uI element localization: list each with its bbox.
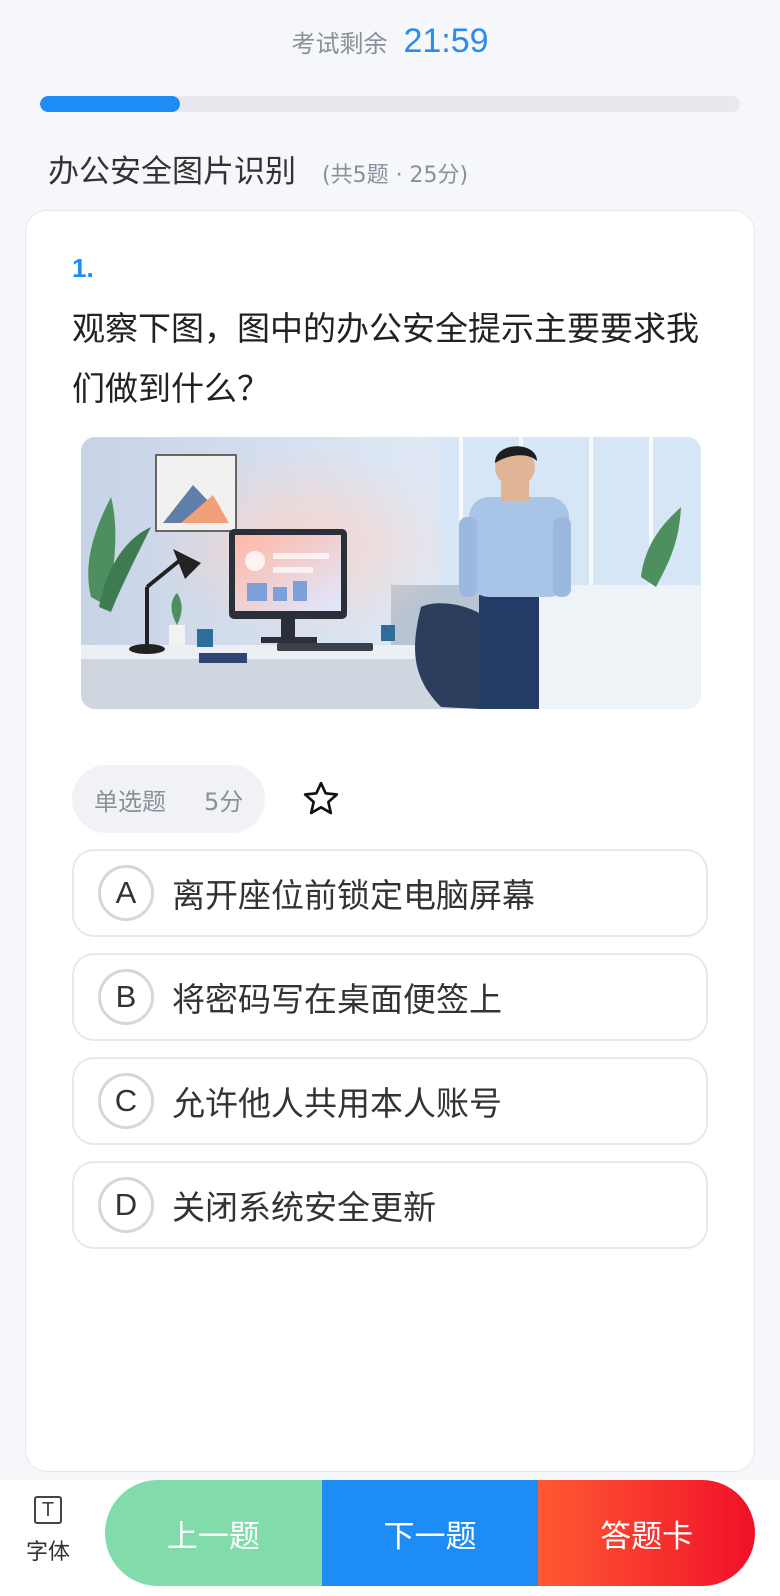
office-scene-image	[81, 437, 701, 709]
question-meta-row: 单选题 5分	[72, 765, 341, 833]
star-outline-icon[interactable]	[301, 779, 341, 819]
question-number: 1.	[72, 253, 94, 283]
section-header: 办公安全图片识别 (共5题 · 25分)	[48, 146, 468, 191]
option-text: 关闭系统安全更新	[172, 1188, 436, 1227]
question-text: 观察下图，图中的办公安全提示主要要求我们做到什么？	[72, 309, 699, 408]
option-a[interactable]: A 离开座位前锁定电脑屏幕	[72, 849, 708, 937]
answer-card-button[interactable]: 答题卡	[538, 1480, 755, 1586]
option-text: 离开座位前锁定电脑屏幕	[172, 876, 535, 915]
progress-fill	[40, 96, 180, 112]
font-button[interactable]: T 字体	[18, 1496, 78, 1576]
question-type: 单选题	[94, 787, 166, 816]
exam-timer: 考试剩余 21:59	[0, 22, 780, 61]
options-list: A 离开座位前锁定电脑屏幕 B 将密码写在桌面便签上 C 允许他人共用本人账号 …	[72, 849, 708, 1265]
font-label: 字体	[25, 1540, 70, 1565]
nav-buttons: 上一题 下一题 答题卡	[105, 1480, 755, 1586]
section-title: 办公安全图片识别	[48, 154, 296, 190]
option-letter: A	[98, 865, 154, 921]
font-size-icon: T	[34, 1496, 62, 1524]
question-card: 1. 观察下图，图中的办公安全提示主要要求我们做到什么？ 单选题 5分 A 离开…	[25, 210, 755, 1472]
progress-bar	[40, 96, 740, 112]
next-question-button[interactable]: 下一题	[321, 1480, 539, 1586]
section-meta: (共5题 · 25分)	[322, 163, 469, 188]
option-letter: C	[98, 1073, 154, 1129]
option-letter: B	[98, 969, 154, 1025]
prev-question-button[interactable]: 上一题	[105, 1480, 322, 1586]
option-c[interactable]: C 允许他人共用本人账号	[72, 1057, 708, 1145]
timer-label: 考试剩余	[291, 30, 388, 58]
option-text: 将密码写在桌面便签上	[172, 980, 502, 1019]
option-letter: D	[98, 1177, 154, 1233]
option-d[interactable]: D 关闭系统安全更新	[72, 1161, 708, 1249]
option-b[interactable]: B 将密码写在桌面便签上	[72, 953, 708, 1041]
question-type-badge: 单选题 5分	[72, 765, 266, 833]
question-score: 5分	[204, 787, 244, 816]
bottom-bar: T 字体 上一题 下一题 答题卡	[0, 1480, 780, 1596]
timer-value: 21:59	[403, 22, 489, 60]
option-text: 允许他人共用本人账号	[172, 1084, 502, 1123]
